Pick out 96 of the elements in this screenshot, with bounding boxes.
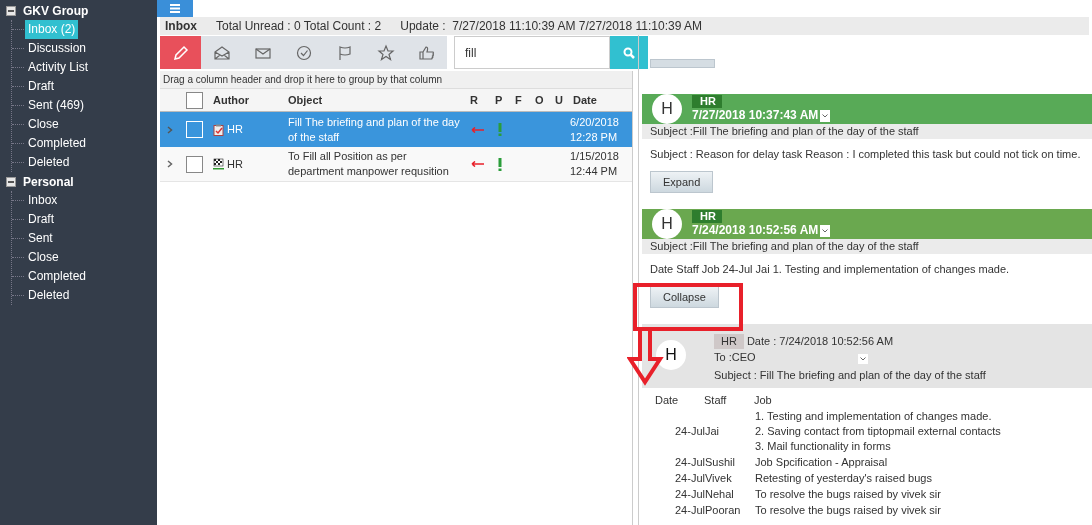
count-summary: Total Unread : 0 Total Count : 2 (216, 18, 382, 35)
sender-tag: HR (714, 334, 744, 349)
author-name: HR (227, 156, 243, 172)
dropdown-button[interactable] (820, 109, 831, 122)
chevron-down-icon (822, 113, 829, 118)
time-text: 12:44 PM (570, 164, 619, 179)
table-cell: 24-JulJai (675, 425, 720, 437)
dropdown-button[interactable] (858, 354, 868, 364)
check-circle-icon (294, 43, 313, 62)
sidebar-item[interactable]: Draft (25, 210, 57, 229)
menu-button[interactable] (157, 0, 193, 17)
search-field[interactable]: fill (454, 36, 610, 69)
column-header[interactable]: R (465, 91, 490, 109)
search-button[interactable] (610, 36, 648, 69)
message-time: 7/27/2018 10:37:43 AM (692, 108, 819, 123)
chevron-right-icon[interactable] (167, 125, 173, 134)
column-header[interactable]: F (510, 91, 530, 109)
menu-icon (170, 4, 180, 13)
time-text: 12:28 PM (570, 129, 619, 145)
table-header: Job (754, 393, 772, 408)
table-cell: 24-JulSushil (675, 456, 735, 468)
table-cell: Job Spcification - Appraisal (755, 455, 888, 470)
arrow-left-icon (470, 126, 485, 133)
sidebar-item[interactable]: Deleted (25, 153, 73, 172)
column-header[interactable]: Object (283, 91, 465, 109)
expand-button[interactable]: Expand (650, 171, 714, 193)
sidebar-item[interactable]: Activity List (25, 58, 91, 77)
table-cell: 24-JulNehal (675, 488, 734, 500)
sidebar-item[interactable]: Sent (469) (25, 96, 88, 115)
message-subject: Subject :Fill The briefing and plan of the day of the staff (650, 240, 919, 252)
sidebar-item[interactable]: Draft (25, 77, 57, 96)
column-header[interactable]: O (530, 91, 550, 109)
chevron-down-icon (860, 357, 866, 361)
sidebar-item[interactable]: Inbox (25, 191, 61, 210)
avatar: H (652, 94, 682, 124)
sidebar-item[interactable]: Sent (25, 229, 56, 248)
collapse-toggle[interactable] (6, 176, 16, 187)
thumbs-up-icon (417, 43, 436, 62)
sidebar-item[interactable]: Discussion (25, 39, 90, 58)
author-name: HR (227, 122, 243, 137)
collapse-button[interactable]: Collapse (650, 286, 719, 308)
sidebar-item[interactable]: Close (25, 115, 62, 134)
table-cell: Retesting of yesterday's raised bugs (755, 471, 932, 486)
folder-title: Inbox (164, 18, 198, 35)
date-text: 1/15/2018 (570, 149, 620, 164)
star-icon (376, 43, 395, 62)
table-header: Date (655, 393, 680, 408)
avatar: H (656, 340, 686, 370)
table-cell-text: 1. Testing and implementation of changes made. (755, 409, 993, 424)
dropdown-button[interactable] (820, 224, 831, 237)
table-cell: 24-JulVivek (675, 472, 732, 484)
collapse-toggle[interactable] (6, 5, 16, 16)
clipboard-icon (213, 123, 224, 136)
table-header: Staff (704, 393, 728, 408)
message-body: Date Staff Job 24-Jul Jai 1. Testing and implementation of changes made. (650, 263, 1010, 275)
column-header[interactable]: Author (208, 91, 283, 109)
chevron-right-icon[interactable] (167, 160, 173, 168)
pencil-icon (171, 43, 190, 62)
column-header[interactable]: U (550, 91, 568, 109)
sidebar-item[interactable]: Deleted (25, 286, 73, 305)
group-label[interactable]: Personal (23, 172, 74, 191)
message-subject: Subject : Fill The briefing and plan of the day of the staff (714, 368, 986, 383)
column-header[interactable]: Date (568, 91, 628, 109)
subject-text: Fill The briefing and plan of the day of the staff (287, 114, 461, 145)
recipient-text: To :CEO (714, 350, 757, 365)
table-cell-text: 3. Mail functionality in forms (755, 439, 892, 454)
grid-row[interactable]: HR To Fill all Position as per department manpower requsition 1/15/2018 12:44 PM (160, 147, 632, 182)
arrow-left-icon (470, 161, 485, 167)
checkered-flag-icon (213, 158, 224, 170)
checkbox[interactable] (185, 155, 203, 173)
avatar: H (652, 209, 682, 239)
message-date: Date : 7/24/2018 10:52:56 AM (746, 334, 894, 349)
sender-tag: HR (692, 210, 722, 223)
message-time: 7/24/2018 10:52:56 AM (692, 223, 819, 238)
search-icon (623, 46, 635, 59)
sender-tag: HR (692, 95, 722, 108)
table-cell: To resolve the bugs raised by vivek sir (755, 487, 941, 502)
chevron-down-icon (822, 228, 829, 233)
update-time: Update : 7/27/2018 11:10:39 AM 7/27/2018 11:10:39 AM (400, 18, 702, 35)
table-cell: To resolve the bugs raised by vivek sir (755, 503, 941, 518)
checkbox[interactable] (185, 91, 203, 109)
message-body: Subject : Reason for delay task Reason : I completed this task but could not tick on time. (650, 148, 1081, 160)
table-cell: 2. Saving contact from tiptopmail external contacts (755, 424, 1001, 439)
sidebar-item[interactable]: Close (25, 248, 62, 267)
table-cell: 24-JulPooran (675, 504, 741, 516)
date-text: 6/20/2018 (570, 114, 620, 130)
compose-button[interactable] (160, 36, 201, 69)
sidebar-item[interactable]: Completed (25, 267, 90, 286)
exclamation-icon (498, 123, 502, 136)
exclamation-icon (498, 157, 502, 171)
column-header[interactable]: P (490, 91, 510, 109)
subject-text: To Fill all Position as per department manpower requsition (287, 149, 450, 179)
group-hint: Drag a column header and drop it here to group by that column (163, 73, 443, 87)
sidebar-item[interactable]: Completed (25, 134, 90, 153)
message-subject: Subject :Fill The briefing and plan of the day of the staff (650, 125, 919, 137)
group-label[interactable]: GKV Group (23, 1, 89, 20)
